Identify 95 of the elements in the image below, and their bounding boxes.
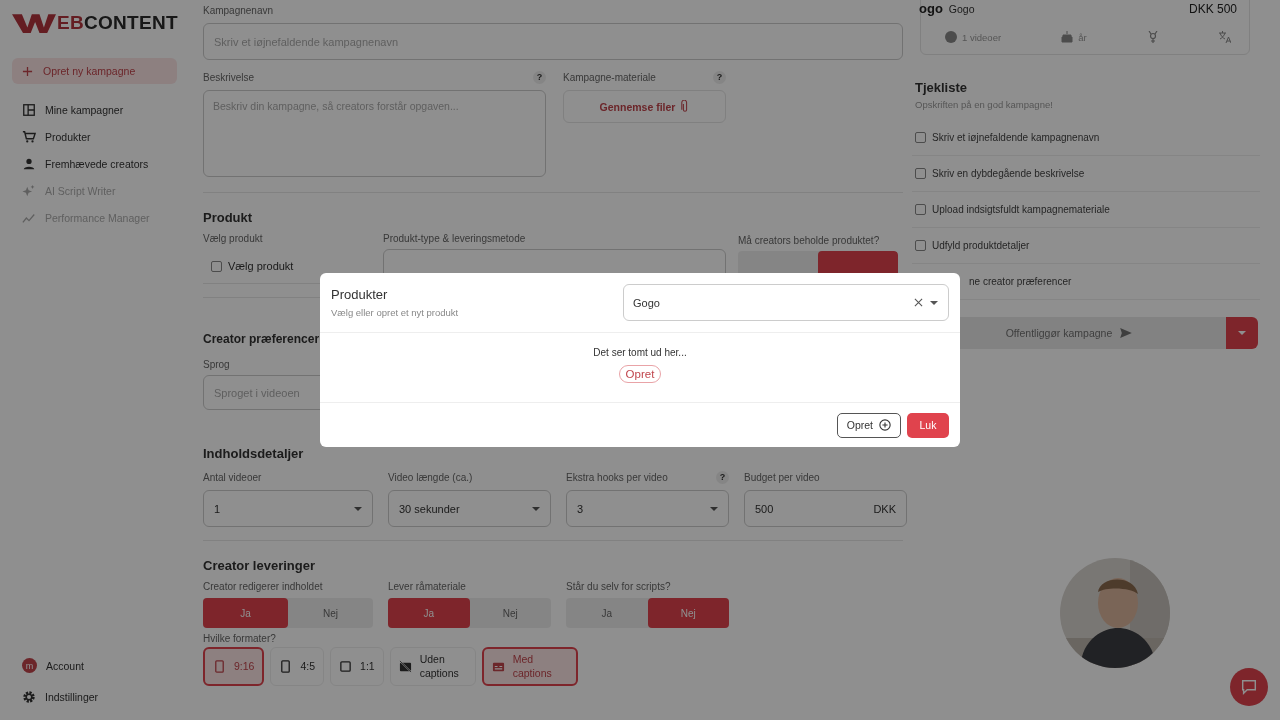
section-heading: Indholdsdetaljer bbox=[203, 446, 305, 461]
field-label: Kampagnenavn bbox=[203, 5, 275, 16]
logo-icon bbox=[12, 12, 56, 34]
format-chip[interactable]: Uden captions bbox=[389, 647, 476, 686]
field-label: Vælg produkt bbox=[203, 233, 264, 244]
format-chip[interactable]: 4:5 bbox=[270, 647, 325, 686]
nav-item[interactable]: Produkter bbox=[12, 123, 195, 150]
nav-item[interactable]: Fremhævede creators bbox=[12, 150, 195, 177]
sparkle-icon bbox=[22, 183, 36, 198]
product-logo: ogo bbox=[919, 1, 943, 16]
chat-button[interactable] bbox=[1230, 668, 1268, 706]
plus-circle-icon bbox=[879, 419, 891, 431]
caret-icon[interactable] bbox=[930, 300, 938, 305]
nav-item[interactable]: Mine kampagner bbox=[12, 96, 195, 123]
field-label: Hvilke formater? bbox=[203, 633, 277, 644]
layout-icon bbox=[22, 102, 36, 117]
field-label: Lever råmateriale bbox=[388, 581, 467, 592]
toggle-option[interactable]: Ja bbox=[203, 598, 288, 628]
checklist-item: Udfyld produktdetaljer bbox=[932, 240, 1030, 251]
empty-message: Det ser tomt ud her... bbox=[593, 347, 687, 358]
chat-icon bbox=[1240, 678, 1258, 696]
format-chip[interactable]: 1:1 bbox=[330, 647, 384, 686]
section-heading: Creator leveringer bbox=[203, 558, 316, 573]
checklist-item: Skriv et iøjnefaldende kampagnenavn bbox=[932, 132, 1100, 143]
select-field[interactable]: 30 sekunder bbox=[388, 490, 551, 527]
cake-icon bbox=[1061, 31, 1074, 43]
field-label: Beskrivelse bbox=[203, 71, 255, 83]
price: DKK 500 bbox=[1188, 1, 1237, 16]
field-label: Står du selv for scripts? bbox=[566, 581, 672, 592]
caret-icon bbox=[1238, 331, 1246, 335]
browse-files-button[interactable]: Gennemse filer bbox=[563, 90, 726, 123]
video-icon bbox=[945, 31, 957, 43]
toggle-option[interactable]: Ja bbox=[388, 598, 470, 628]
close-button[interactable]: Luk bbox=[907, 412, 949, 438]
toggle-option[interactable]: Nej bbox=[647, 598, 729, 628]
field-label: Sprog bbox=[203, 359, 231, 370]
checklist-title: Tjekliste bbox=[915, 80, 969, 95]
toggle-option[interactable]: Nej bbox=[469, 598, 551, 628]
caret-icon bbox=[354, 506, 362, 511]
dialog-subtitle: Vælg eller opret et nyt produkt bbox=[331, 307, 459, 318]
toggle-option[interactable]: Ja bbox=[566, 598, 648, 628]
checkbox[interactable] bbox=[211, 260, 222, 272]
portrait-icon bbox=[213, 660, 226, 673]
settings-link[interactable]: Indstillinger bbox=[12, 683, 195, 710]
paperclip-icon bbox=[681, 100, 690, 113]
square-icon bbox=[339, 660, 353, 673]
help-badge[interactable]: ? bbox=[533, 70, 546, 84]
gender-icon bbox=[1146, 31, 1159, 43]
caret-icon bbox=[710, 506, 718, 511]
send-icon bbox=[1120, 328, 1133, 338]
field-label: Produkt-type & leveringsmetode bbox=[383, 233, 527, 244]
section-heading: Produkt bbox=[203, 210, 254, 225]
field-label: Antal videoer bbox=[203, 471, 262, 483]
gear-icon bbox=[22, 689, 36, 704]
field-label: Budget per video bbox=[744, 471, 820, 483]
checkbox[interactable] bbox=[915, 204, 926, 215]
help-badge[interactable]: ? bbox=[716, 470, 729, 484]
create-campaign-button[interactable]: Opret ny kampagne bbox=[12, 58, 177, 84]
format-chip[interactable]: 9:16 bbox=[203, 647, 265, 686]
caret-icon bbox=[532, 506, 540, 511]
nocaptions-icon bbox=[398, 660, 412, 673]
section-heading: Creator præferencer bbox=[203, 332, 321, 346]
avatar: m bbox=[22, 658, 37, 673]
cart-icon bbox=[22, 129, 36, 144]
captions-icon bbox=[491, 660, 505, 673]
field-label: Må creators beholde produktet? bbox=[738, 235, 881, 246]
select-field[interactable]: 1 bbox=[203, 490, 373, 527]
budget-input[interactable]: 500 DKK bbox=[744, 490, 907, 527]
checklist-item: ne creator præferencer bbox=[969, 276, 1072, 287]
toggle-option[interactable]: Nej bbox=[288, 598, 373, 628]
create-button[interactable]: Opret bbox=[836, 412, 901, 438]
product-search-select[interactable]: Gogo bbox=[623, 284, 949, 321]
format-chip[interactable]: Med captions bbox=[481, 647, 578, 686]
field-label: Video længde (ca.) bbox=[388, 471, 473, 483]
help-badge[interactable]: ? bbox=[713, 70, 726, 84]
checkbox[interactable] bbox=[915, 132, 926, 143]
checklist-item: Skriv en dybdegående beskrivelse bbox=[932, 168, 1085, 179]
plus-icon bbox=[22, 65, 33, 77]
checkbox[interactable] bbox=[915, 168, 926, 179]
clear-icon[interactable] bbox=[914, 298, 923, 307]
field-label: Ekstra hooks per video bbox=[566, 471, 668, 483]
person-icon bbox=[22, 156, 36, 171]
portrait-icon bbox=[279, 660, 293, 673]
product-name: Gogo bbox=[948, 2, 975, 15]
logo-wordmark: EBCONTENT bbox=[57, 12, 178, 34]
translate-icon bbox=[1218, 31, 1231, 43]
field-label: Kampagne-materiale bbox=[563, 71, 656, 83]
select-field[interactable]: 3 bbox=[566, 490, 729, 527]
checklist-item: Upload indsigtsfuldt kampagnemateriale bbox=[932, 204, 1110, 215]
account-link[interactable]: m Account bbox=[12, 652, 195, 679]
field-label: Creator redigerer indholdet bbox=[203, 581, 324, 592]
create-link-button[interactable]: Opret bbox=[618, 365, 662, 383]
dialog-title: Produkter bbox=[331, 287, 389, 302]
checkbox[interactable] bbox=[915, 240, 926, 251]
publish-menu-button[interactable] bbox=[1226, 317, 1258, 349]
